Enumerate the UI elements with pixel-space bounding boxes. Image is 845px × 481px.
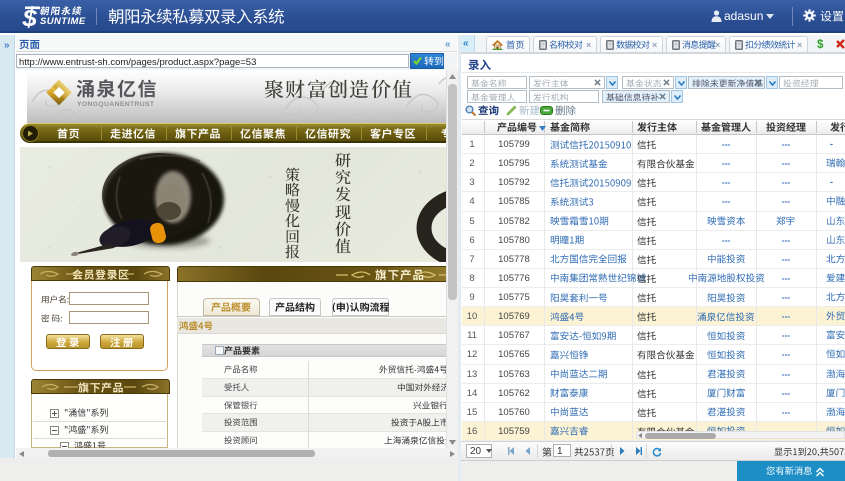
svg-text:$: $ (817, 39, 824, 50)
